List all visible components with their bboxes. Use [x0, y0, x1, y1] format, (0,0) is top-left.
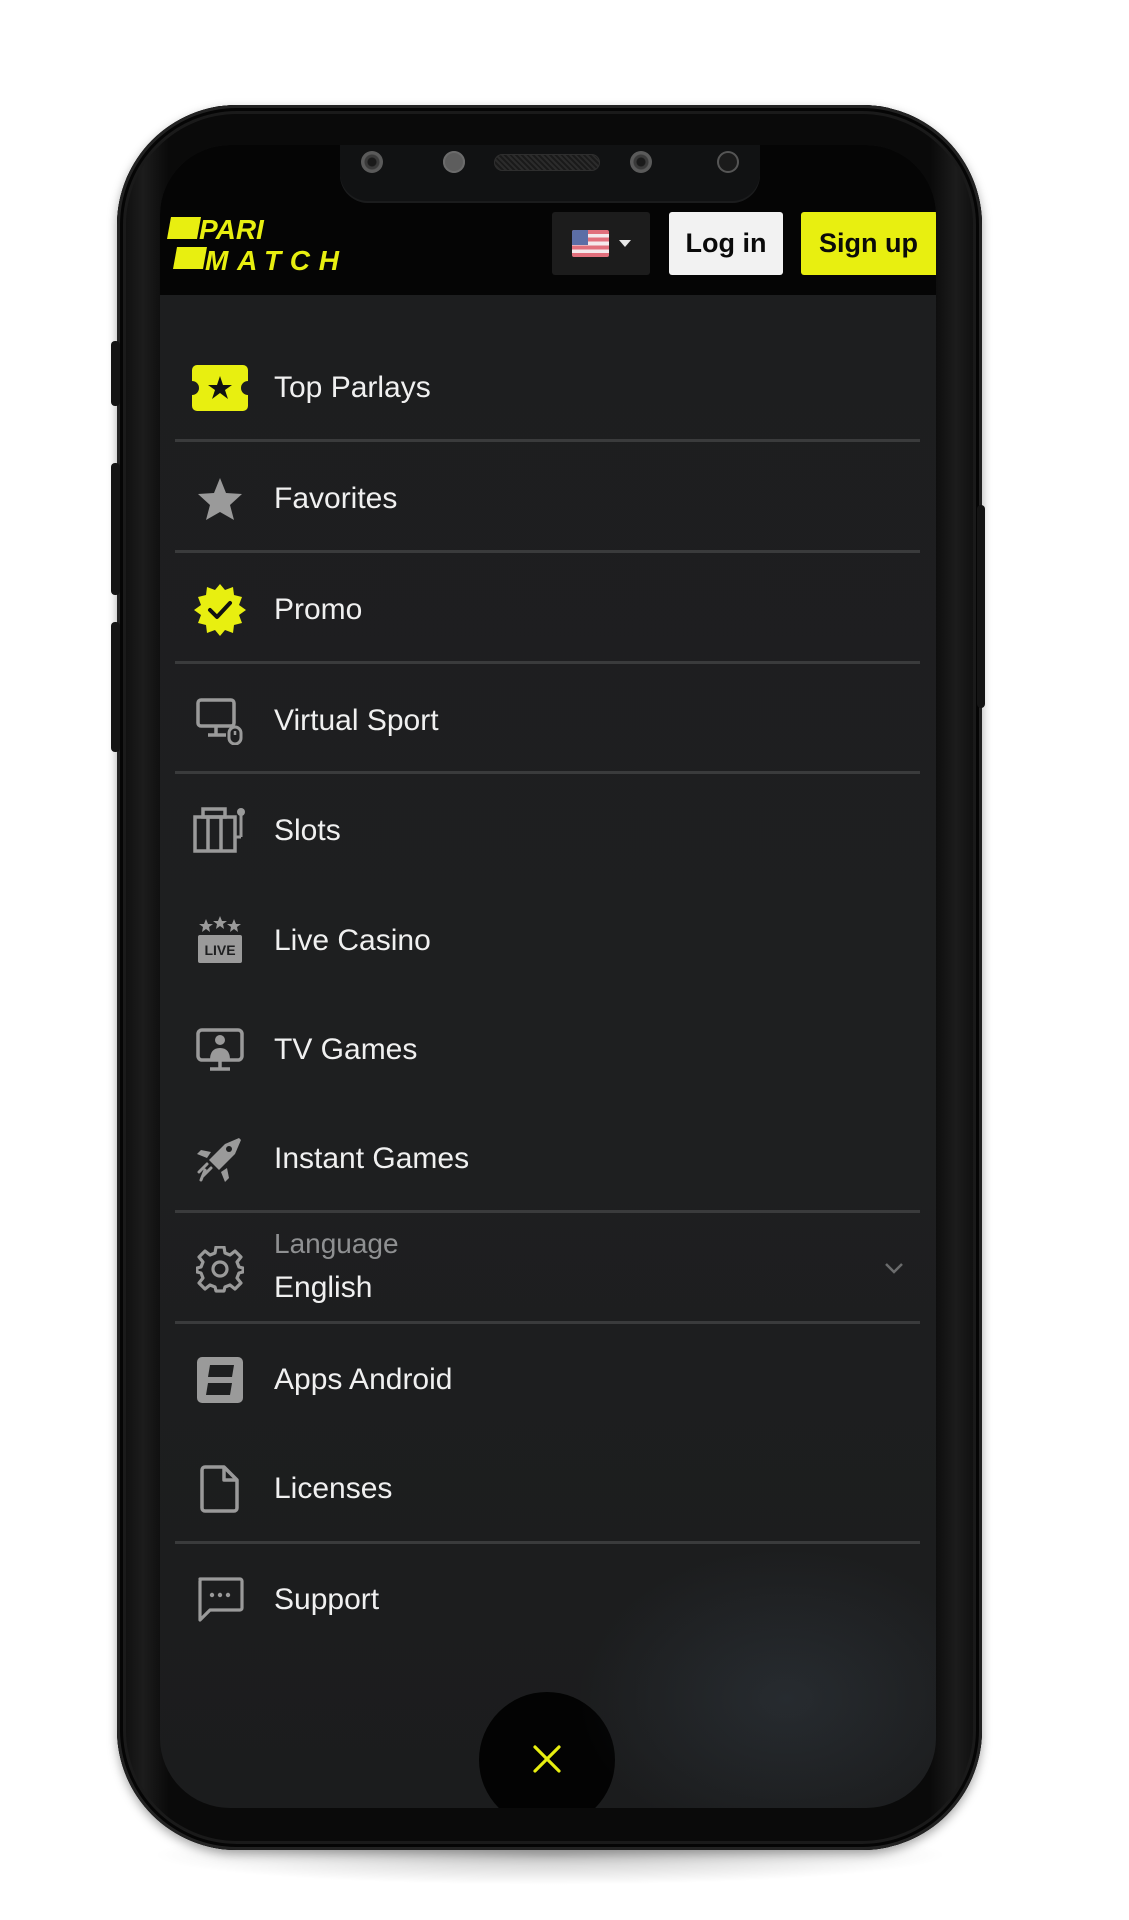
phone-side-button-3	[111, 622, 120, 752]
menu-item-label: Slots	[274, 814, 341, 847]
star-icon	[192, 471, 248, 527]
phone-power-button	[977, 505, 985, 708]
menu-item-label: Apps Android	[274, 1363, 453, 1396]
proximity-sensor-icon	[717, 151, 739, 173]
menu-item-favorites[interactable]: Favorites	[175, 444, 920, 554]
tv-presenter-icon	[192, 1022, 248, 1078]
language-selector[interactable]: Language English	[175, 1215, 920, 1325]
document-icon	[192, 1461, 248, 1517]
divider	[175, 439, 920, 442]
login-button[interactable]: Log in	[669, 212, 783, 275]
badge-check-icon	[192, 582, 248, 638]
divider	[175, 1321, 920, 1324]
menu-item-live-casino[interactable]: LIVE Live Casino	[175, 886, 920, 996]
logo-text-line2: MATCH	[205, 245, 340, 275]
phone-screen: PARI MATCH Log in Sign up Top Parlays Fa…	[160, 145, 936, 1808]
menu-item-label: Live Casino	[274, 924, 431, 957]
gear-icon	[192, 1242, 248, 1298]
slot-machine-icon	[192, 803, 248, 859]
menu-item-apps-android[interactable]: Apps Android	[175, 1325, 920, 1435]
menu-item-label: Licenses	[274, 1472, 393, 1505]
us-flag-icon	[571, 230, 609, 257]
menu-item-label: Top Parlays	[274, 371, 431, 404]
ticket-star-icon	[192, 360, 248, 416]
divider	[175, 1541, 920, 1544]
divider	[175, 1210, 920, 1213]
live-badge-text: LIVE	[204, 942, 235, 958]
chat-bubble-icon	[192, 1572, 248, 1628]
menu-item-tv-games[interactable]: TV Games	[175, 995, 920, 1105]
menu-item-support[interactable]: Support	[175, 1545, 920, 1655]
front-camera-2-icon	[630, 151, 652, 173]
language-label: Language	[274, 1228, 399, 1259]
caret-down-icon	[618, 240, 631, 247]
menu-item-label: Favorites	[274, 482, 398, 515]
close-icon	[533, 1745, 561, 1773]
menu-item-top-parlays[interactable]: Top Parlays	[175, 333, 920, 443]
menu-item-virtual-sport[interactable]: Virtual Sport	[175, 666, 920, 776]
phone-notch	[340, 145, 760, 203]
front-camera-icon	[361, 151, 383, 173]
menu-item-promo[interactable]: Promo	[175, 555, 920, 665]
divider	[175, 661, 920, 664]
language-flag-button[interactable]	[552, 212, 650, 275]
menu-item-label: Instant Games	[274, 1142, 470, 1175]
divider	[175, 550, 920, 553]
divider	[175, 771, 920, 774]
menu-item-instant-games[interactable]: Instant Games	[175, 1104, 920, 1214]
menu-item-licenses[interactable]: Licenses	[175, 1434, 920, 1544]
app-logo-icon	[192, 1352, 248, 1408]
earpiece-speaker	[494, 154, 600, 171]
menu-item-slots[interactable]: Slots	[175, 776, 920, 886]
parimatch-logo[interactable]: PARI MATCH	[163, 214, 341, 276]
menu-item-label: Support	[274, 1583, 380, 1616]
phone-side-button-2	[111, 463, 120, 595]
monitor-mouse-icon	[192, 693, 248, 749]
rocket-plane-icon	[192, 1131, 248, 1187]
live-casino-icon: LIVE	[192, 913, 248, 969]
menu-item-label: Promo	[274, 593, 363, 626]
menu-item-label: TV Games	[274, 1033, 418, 1066]
signup-button[interactable]: Sign up	[801, 212, 936, 275]
chevron-down-icon	[883, 1257, 905, 1279]
sensor-icon	[443, 151, 465, 173]
phone-side-button-1	[111, 341, 120, 406]
header-bar: PARI MATCH Log in Sign up	[160, 145, 936, 295]
close-menu-button[interactable]	[479, 1692, 615, 1808]
logo-text-line1: PARI	[199, 217, 265, 245]
menu-item-label: Virtual Sport	[274, 704, 439, 737]
language-value: English	[274, 1271, 373, 1304]
